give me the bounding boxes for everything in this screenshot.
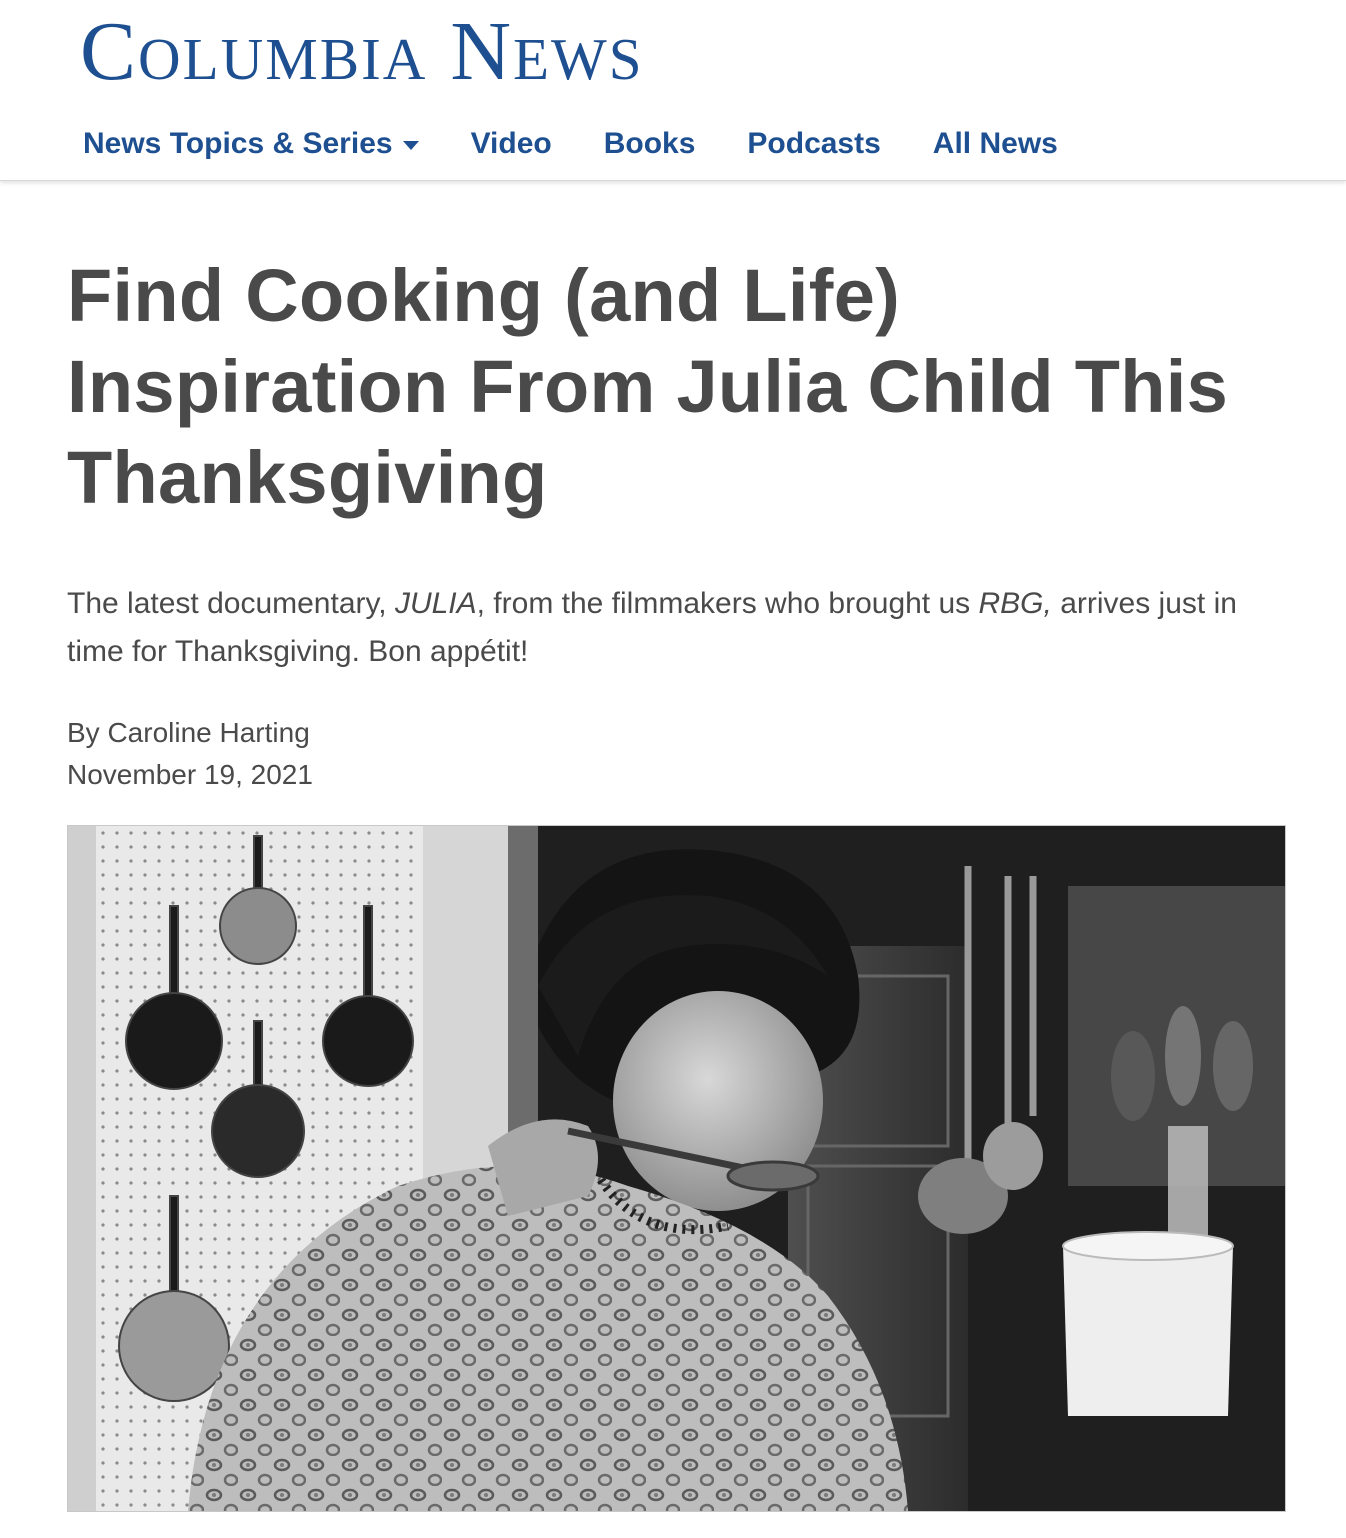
site-header: Columbia News News Topics & Series Video… xyxy=(0,0,1346,181)
nav-item-all-news[interactable]: All News xyxy=(933,122,1058,166)
article-meta: By Caroline Harting November 19, 2021 xyxy=(67,712,313,796)
author-byline: By Caroline Harting xyxy=(67,717,310,748)
nav-item-podcasts[interactable]: Podcasts xyxy=(747,122,880,166)
nav-item-news-topics[interactable]: News Topics & Series xyxy=(83,122,419,166)
nav-item-books[interactable]: Books xyxy=(604,122,696,166)
nav-item-label: News Topics & Series xyxy=(83,127,393,160)
hero-image xyxy=(67,825,1286,1512)
article-dek: The latest documentary, JULIA, from the … xyxy=(67,580,1287,676)
publish-date: November 19, 2021 xyxy=(67,759,313,790)
site-logo[interactable]: Columbia News xyxy=(80,10,644,94)
chevron-down-icon xyxy=(402,140,419,150)
hero-photo-illustration xyxy=(68,826,1285,1511)
main-nav: News Topics & Series Video Books Podcast… xyxy=(83,122,1110,166)
dek-film-title: JULIA xyxy=(394,587,477,620)
nav-item-video[interactable]: Video xyxy=(471,122,552,166)
dek-film-title: RBG, xyxy=(978,587,1052,620)
dek-text: The latest documentary, xyxy=(67,587,395,620)
article-headline: Find Cooking (and Life) Inspiration From… xyxy=(67,254,1229,519)
dek-text: , from the filmmakers who brought us xyxy=(476,587,979,620)
